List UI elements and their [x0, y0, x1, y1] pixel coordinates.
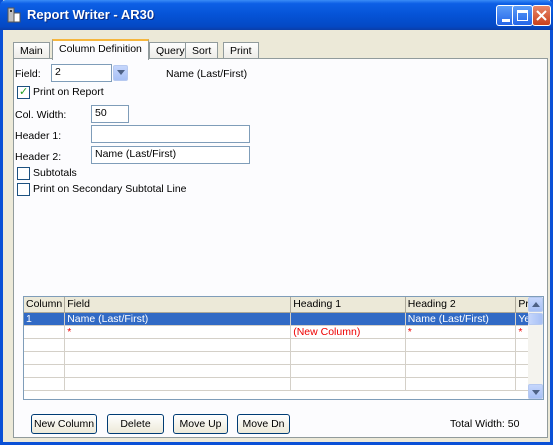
column-grid[interactable]: Column Field Heading 1 Heading 2 Print 1…: [23, 296, 544, 400]
move-up-button[interactable]: Move Up: [173, 414, 228, 434]
window-title: Report Writer - AR30: [27, 7, 155, 22]
print-on-report-label: Print on Report: [33, 86, 104, 98]
scroll-up-icon: [532, 302, 540, 307]
total-width: Total Width: 50: [450, 418, 520, 430]
table-header-row: Column Field Heading 1 Heading 2 Print: [24, 297, 543, 313]
cell-heading1[interactable]: (New Column): [290, 325, 406, 339]
field-value: 2: [55, 66, 61, 78]
col-header-heading1[interactable]: Heading 1: [290, 297, 406, 313]
cell-column[interactable]: 1: [24, 312, 66, 326]
field-dropdown-button[interactable]: [113, 65, 128, 81]
maximize-button[interactable]: [512, 5, 533, 26]
subtotals-label: Subtotals: [33, 167, 77, 179]
col-header-heading2[interactable]: Heading 2: [405, 297, 517, 313]
app-icon: [7, 7, 21, 23]
header1-input[interactable]: [91, 125, 250, 143]
close-button[interactable]: [532, 5, 551, 26]
table-row-empty[interactable]: [24, 351, 543, 365]
maximize-icon: [517, 10, 528, 21]
field-label: Field:: [15, 68, 41, 80]
table-row[interactable]: 1 Name (Last/First) Name (Last/First) Ye…: [24, 312, 543, 326]
col-width-input[interactable]: 50: [91, 105, 129, 123]
col-width-label: Col. Width:: [15, 109, 67, 121]
secondary-subtotal-checkbox[interactable]: [17, 183, 30, 196]
move-dn-button[interactable]: Move Dn: [237, 414, 290, 434]
col-width-value: 50: [95, 107, 107, 119]
subtotals-checkbox[interactable]: [17, 167, 30, 180]
header2-input[interactable]: Name (Last/First): [91, 146, 250, 164]
header1-label: Header 1:: [15, 130, 62, 142]
table-row-empty[interactable]: [24, 338, 543, 352]
header2-label: Header 2:: [15, 151, 62, 163]
minimize-icon: [502, 19, 510, 22]
app-window: Report Writer - AR30 Main Column Definit…: [0, 0, 553, 445]
cell-field[interactable]: Name (Last/First): [64, 312, 292, 326]
new-column-button[interactable]: New Column: [31, 414, 97, 434]
field-description: Name (Last/First): [166, 68, 248, 80]
table-row-empty[interactable]: [24, 364, 543, 378]
title-bar[interactable]: Report Writer - AR30: [0, 0, 553, 30]
cell-column[interactable]: [24, 325, 66, 339]
field-combo[interactable]: 2: [51, 64, 112, 82]
scroll-down-button[interactable]: [528, 384, 543, 399]
col-header-column[interactable]: Column: [24, 297, 66, 313]
print-on-report-checkbox[interactable]: ✓: [17, 86, 30, 99]
tab-sort[interactable]: Sort: [185, 42, 219, 59]
scroll-thumb[interactable]: [528, 313, 543, 325]
secondary-subtotal-label: Print on Secondary Subtotal Line: [33, 183, 187, 195]
tab-main[interactable]: Main: [13, 42, 50, 59]
cell-heading1[interactable]: [290, 312, 406, 326]
scroll-down-icon: [532, 390, 540, 395]
delete-button[interactable]: Delete: [107, 414, 164, 434]
cell-field[interactable]: *: [64, 325, 292, 339]
table-row-new[interactable]: * (New Column) * *: [24, 325, 543, 339]
column-table: Column Field Heading 1 Heading 2 Print 1…: [24, 297, 543, 391]
tab-print[interactable]: Print: [223, 42, 259, 59]
cell-heading2[interactable]: *: [405, 325, 517, 339]
table-row-empty[interactable]: [24, 377, 543, 391]
header2-value: Name (Last/First): [95, 148, 177, 160]
close-icon: [536, 10, 547, 21]
checkmark-icon: ✓: [19, 86, 29, 98]
scroll-up-button[interactable]: [528, 297, 543, 312]
dropdown-chevron-icon: [117, 70, 125, 75]
grid-vertical-scrollbar[interactable]: [528, 297, 543, 399]
col-header-field[interactable]: Field: [64, 297, 292, 313]
cell-heading2[interactable]: Name (Last/First): [405, 312, 517, 326]
tab-column-definition[interactable]: Column Definition: [52, 39, 149, 60]
